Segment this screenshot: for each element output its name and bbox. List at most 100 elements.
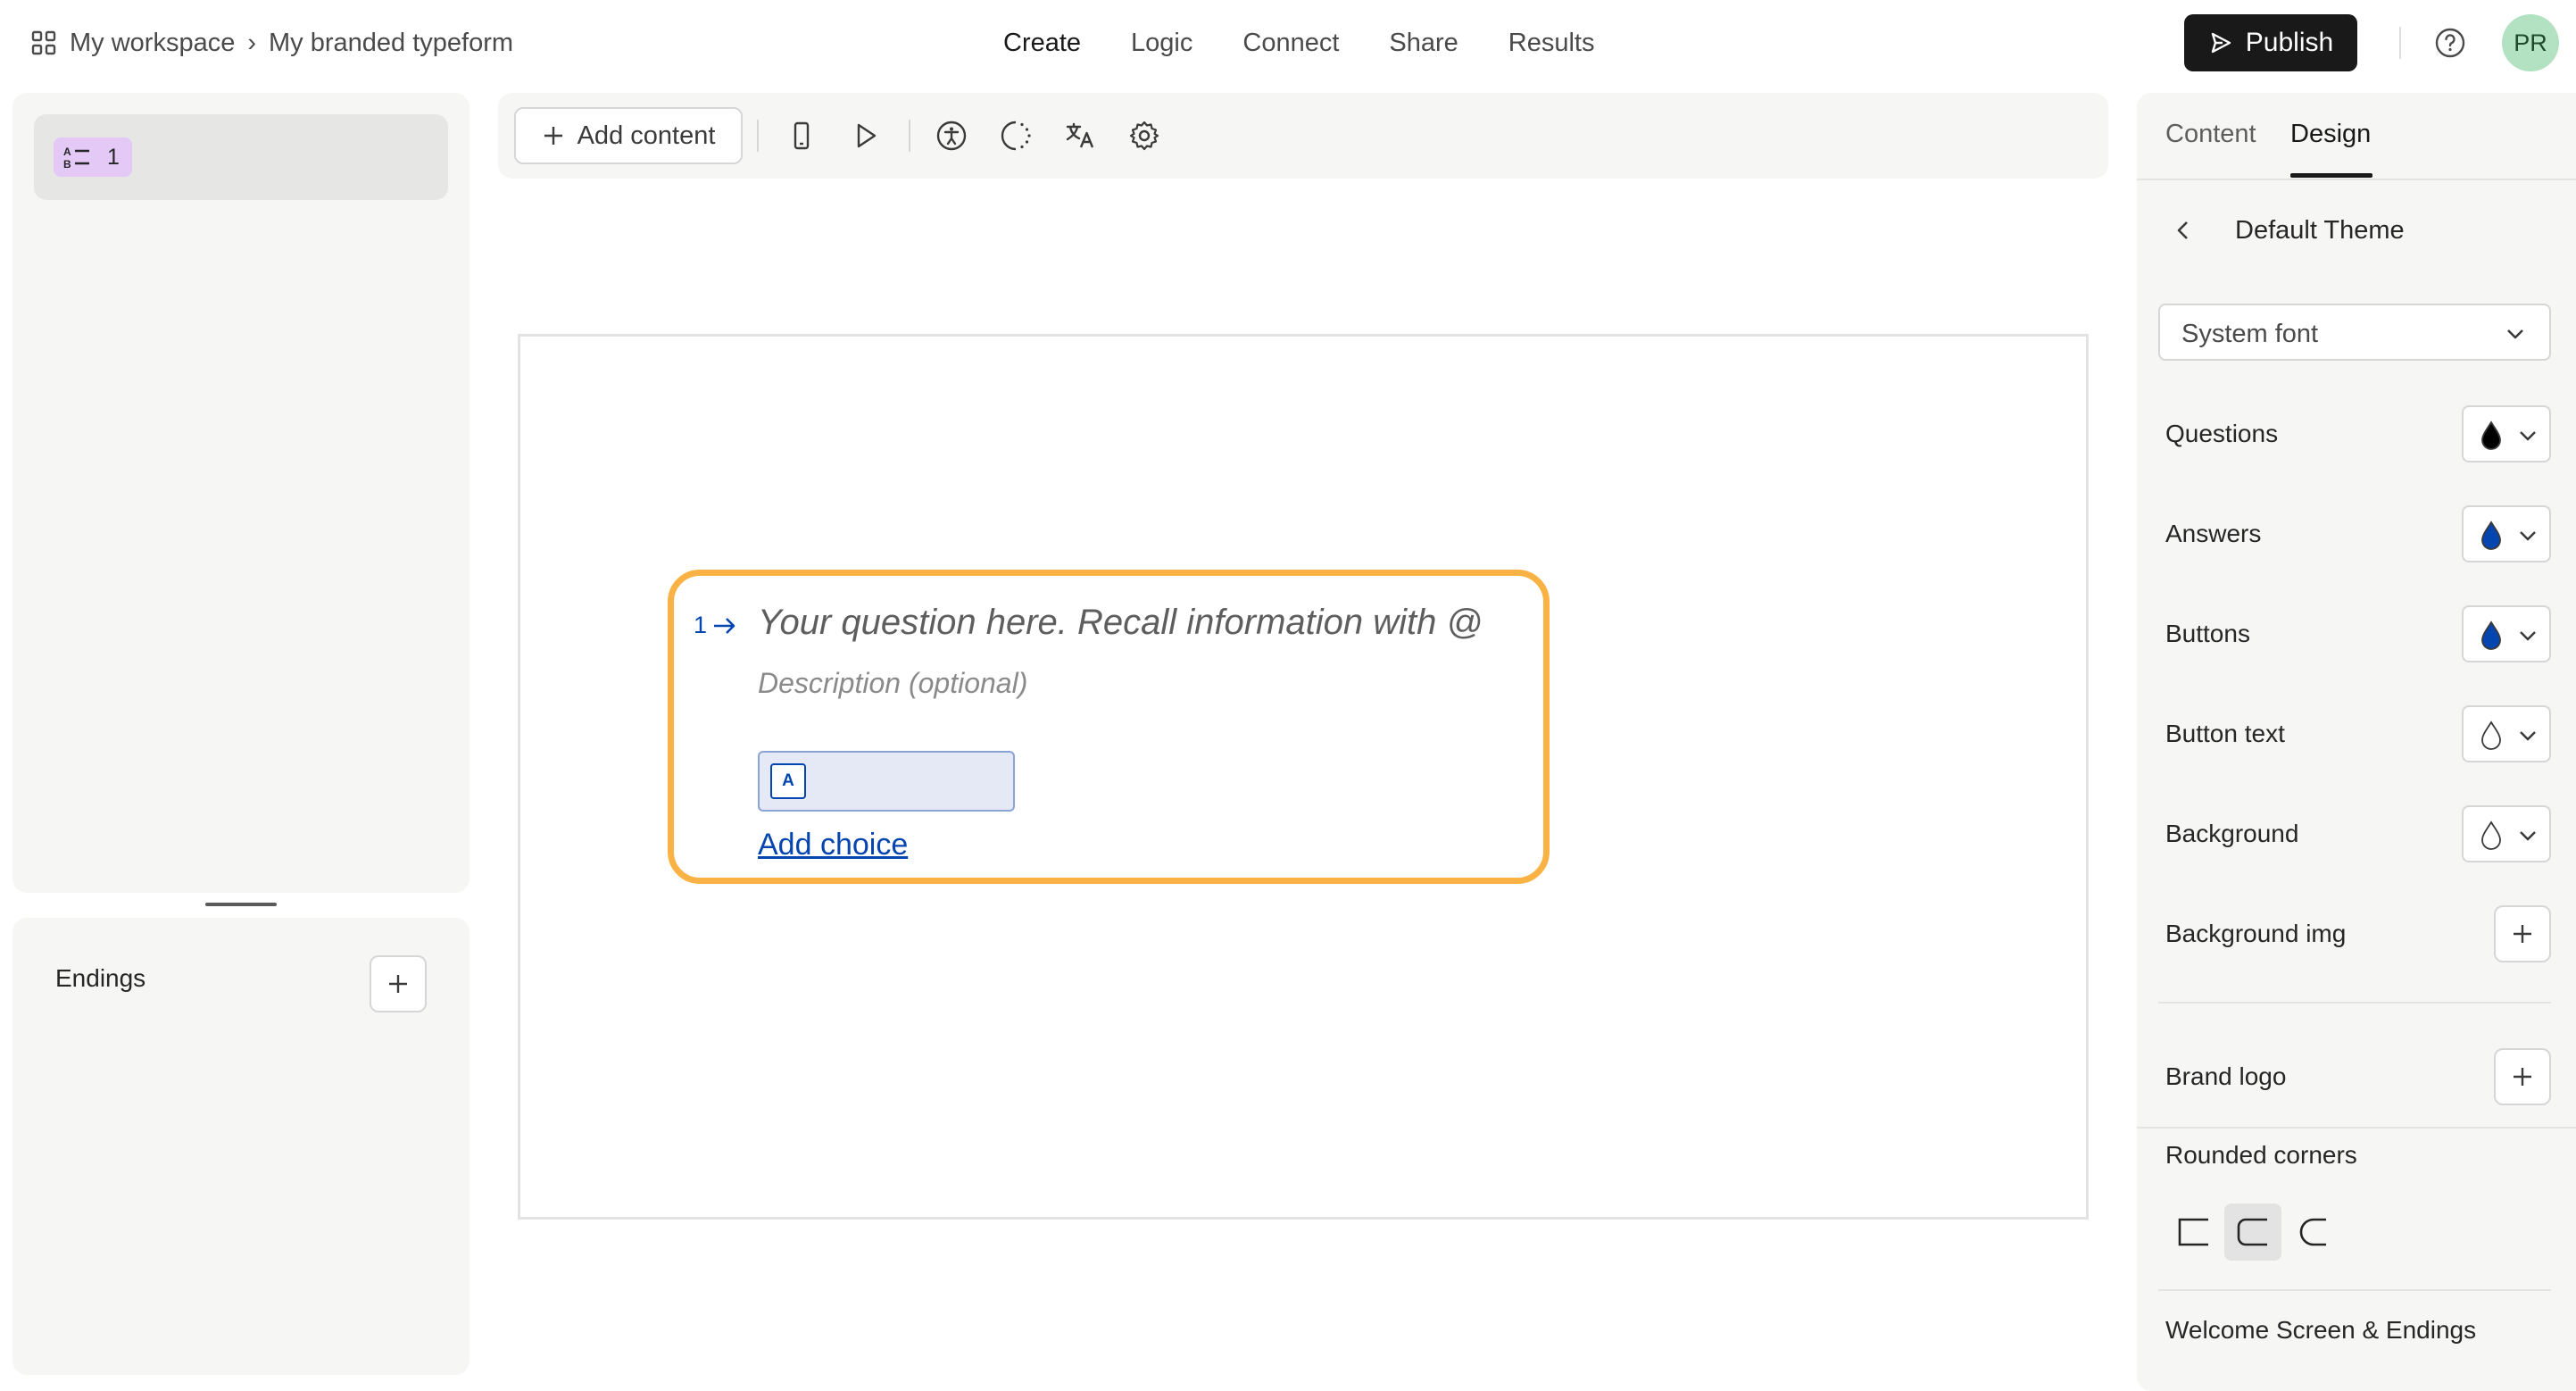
- question-description-input[interactable]: Description (optional): [758, 667, 1027, 700]
- tab-share[interactable]: Share: [1389, 29, 1458, 58]
- play-icon[interactable]: [850, 120, 882, 152]
- tab-results[interactable]: Results: [1508, 29, 1595, 58]
- toolbar-divider: [909, 120, 910, 152]
- main-nav: Create Logic Connect Share Results: [1003, 0, 1594, 86]
- add-choice-link[interactable]: Add choice: [758, 828, 908, 862]
- add-ending-button[interactable]: [370, 955, 427, 1012]
- answers-color-label: Answers: [2165, 520, 2262, 547]
- header-divider: [2399, 27, 2401, 59]
- rounded-corners-options: [2165, 1204, 2340, 1261]
- settings-icon[interactable]: [1128, 120, 1160, 152]
- buttons-color-picker[interactable]: [2462, 605, 2551, 662]
- brand-logo-label: Brand logo: [2165, 1062, 2287, 1090]
- tab-logic[interactable]: Logic: [1131, 29, 1192, 58]
- active-tab-indicator: [2290, 173, 2372, 178]
- top-bar: My workspace › My branded typeform Creat…: [0, 0, 2576, 86]
- questions-color-row: Questions: [2165, 405, 2551, 462]
- send-icon: [2208, 30, 2233, 55]
- background-color-row: Background: [2165, 805, 2551, 862]
- plus-icon: [2510, 921, 2535, 946]
- publish-button[interactable]: Publish: [2184, 14, 2357, 71]
- color-drop-icon: [2478, 820, 2505, 852]
- design-panel: Content Design Default Theme System font…: [2137, 93, 2576, 1391]
- multiple-choice-icon: AB: [62, 145, 91, 170]
- plus-icon: [2510, 1064, 2535, 1089]
- add-background-img-button[interactable]: [2494, 905, 2551, 962]
- question-list-item[interactable]: AB 1: [34, 114, 448, 200]
- avatar[interactable]: PR: [2502, 14, 2559, 71]
- chevron-left-icon[interactable]: [2171, 218, 2196, 243]
- question-number: 1: [107, 144, 120, 170]
- section-divider: [2158, 1002, 2551, 1004]
- help-icon[interactable]: [2434, 27, 2466, 59]
- button-text-color-row: Button text: [2165, 705, 2551, 762]
- endings-panel: Endings: [12, 918, 469, 1375]
- button-text-color-label: Button text: [2165, 720, 2285, 747]
- loading-icon[interactable]: [1000, 120, 1032, 152]
- background-img-row: Background img: [2165, 905, 2551, 962]
- theme-name: Default Theme: [2235, 216, 2405, 245]
- question-number-label: 1: [694, 612, 708, 638]
- font-select[interactable]: System font: [2158, 304, 2551, 361]
- choice-key: A: [770, 763, 806, 799]
- translate-icon[interactable]: [1064, 120, 1096, 152]
- corner-none-option[interactable]: [2165, 1204, 2223, 1261]
- tab-connect[interactable]: Connect: [1242, 29, 1339, 58]
- chevron-down-icon: [2515, 823, 2540, 848]
- welcome-endings-label: Welcome Screen & Endings: [2165, 1316, 2477, 1344]
- toolbar-divider: [757, 120, 759, 152]
- tab-content[interactable]: Content: [2165, 120, 2256, 149]
- editor-toolbar: Add content: [498, 93, 2108, 179]
- add-content-label: Add content: [577, 121, 716, 150]
- questions-color-label: Questions: [2165, 420, 2279, 447]
- add-content-button[interactable]: Add content: [514, 107, 743, 164]
- arrow-right-icon: [712, 616, 737, 636]
- choice-option[interactable]: A: [758, 751, 1015, 812]
- answers-color-picker[interactable]: [2462, 505, 2551, 562]
- rounded-corners-label: Rounded corners: [2165, 1141, 2357, 1169]
- chevron-down-icon: [2503, 321, 2528, 346]
- background-color-picker[interactable]: [2462, 805, 2551, 862]
- corner-medium-option[interactable]: [2224, 1204, 2281, 1261]
- plus-icon: [386, 971, 411, 996]
- button-text-color-picker[interactable]: [2462, 705, 2551, 762]
- panel-tabs: Content Design: [2137, 93, 2576, 180]
- color-drop-icon: [2478, 720, 2505, 752]
- font-select-value: System font: [2181, 320, 2319, 348]
- breadcrumb-workspace[interactable]: My workspace: [70, 29, 235, 58]
- breadcrumb-form[interactable]: My branded typeform: [269, 29, 513, 58]
- question-block[interactable]: 1 Your question here. Recall information…: [668, 570, 1550, 884]
- add-brand-logo-button[interactable]: [2494, 1048, 2551, 1105]
- questions-color-picker[interactable]: [2462, 405, 2551, 462]
- breadcrumb-separator: ›: [247, 28, 256, 57]
- question-title-input[interactable]: Your question here. Recall information w…: [758, 603, 1483, 643]
- mobile-preview-icon[interactable]: [785, 120, 818, 152]
- tab-create[interactable]: Create: [1003, 29, 1081, 58]
- chevron-down-icon: [2515, 623, 2540, 648]
- section-divider: [2158, 1289, 2551, 1291]
- corner-full-option[interactable]: [2283, 1204, 2340, 1261]
- question-type-badge: AB 1: [54, 137, 132, 177]
- answers-color-row: Answers: [2165, 505, 2551, 562]
- tab-design[interactable]: Design: [2290, 120, 2371, 149]
- buttons-color-label: Buttons: [2165, 620, 2250, 647]
- svg-text:B: B: [63, 158, 71, 170]
- background-img-label: Background img: [2165, 920, 2347, 947]
- chevron-down-icon: [2515, 423, 2540, 448]
- accessibility-icon[interactable]: [935, 120, 968, 152]
- color-drop-icon: [2478, 520, 2505, 552]
- breadcrumb: My workspace › My branded typeform: [30, 0, 513, 86]
- color-drop-icon: [2478, 420, 2505, 452]
- svg-text:A: A: [63, 146, 71, 158]
- question-indicator: 1: [694, 612, 737, 639]
- chevron-down-icon: [2515, 723, 2540, 748]
- section-divider: [2137, 1127, 2576, 1129]
- grid-icon[interactable]: [30, 29, 57, 56]
- background-color-label: Background: [2165, 820, 2299, 847]
- plus-icon: [542, 124, 565, 147]
- buttons-color-row: Buttons: [2165, 605, 2551, 662]
- chevron-down-icon: [2515, 523, 2540, 548]
- color-drop-icon: [2478, 620, 2505, 652]
- brand-logo-row: Brand logo: [2165, 1048, 2551, 1105]
- panel-resize-handle[interactable]: [205, 903, 277, 906]
